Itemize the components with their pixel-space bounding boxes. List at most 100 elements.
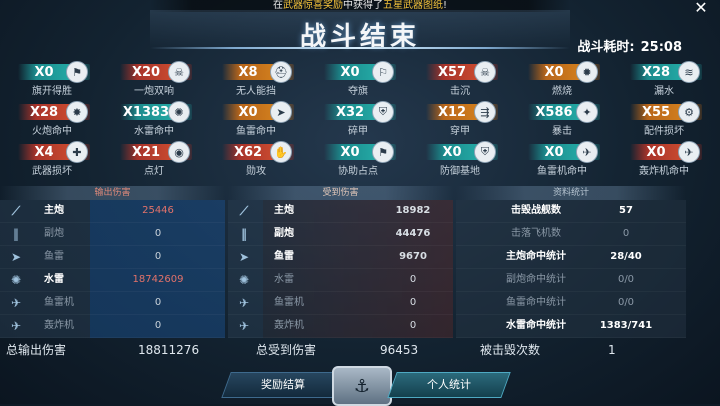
received-total-value: 96453 (380, 343, 419, 357)
gear-icon: ⚙ (678, 101, 700, 123)
flag-icon: ⚑ (66, 61, 88, 83)
row-value: 18982 (395, 205, 431, 216)
received-total: 总受到伤害 96453 (256, 340, 456, 360)
stat-item: X0 ⛨ 防御基地 (420, 140, 500, 178)
row-value: 0 (154, 251, 162, 262)
row-value: 9670 (399, 251, 427, 262)
water-icon: ≋ (678, 61, 700, 83)
row-value: 0 (409, 320, 417, 331)
stat-label: 火炮命中 (32, 126, 72, 137)
table-row: ✈ 轰炸机 0 (0, 315, 225, 338)
bottom-bar: 奖励结算 ⚓ 个人统计 (0, 366, 720, 406)
stat-label: 勋攻 (246, 166, 266, 177)
main-gun-icon: ⟋ (11, 204, 21, 218)
table-row: ‖ 副炮 44476 (228, 223, 453, 246)
stat-label: 鱼雷机命中 (537, 166, 587, 177)
output-total-label: 总输出伤害 (6, 343, 67, 357)
stat-item: X20 ☠ 一炮双响 (114, 60, 194, 98)
stat-item: X0 ⚐ 夺旗 (318, 60, 398, 98)
table-row: ✈ 鱼雷机 0 (0, 292, 225, 315)
row-label: 轰炸机 (44, 320, 74, 331)
stat-pill: X0 ⚑ (18, 61, 90, 83)
stat-item: X28 ≋ 漏水 (624, 60, 704, 98)
stat-item: X62 ✋ 勋攻 (216, 140, 296, 178)
stat-pill: X55 ⚙ (630, 101, 702, 123)
stat-label: 燃烧 (552, 86, 572, 97)
stat-item: X586 ✦ 暴击 (522, 100, 602, 138)
stat-label: 漏水 (654, 86, 674, 97)
stat-pill: X4 ✚ (18, 141, 90, 163)
bomber-icon: ✈ (10, 319, 22, 333)
stat-label: 水雷命中 (134, 126, 174, 137)
row-label: 轰炸机 (274, 320, 304, 331)
table-row: 鱼雷命中统计 0/0 (456, 292, 686, 315)
helmet-icon: ⛑ (270, 61, 292, 83)
row-label: 鱼雷 (274, 251, 294, 262)
row-label: 水雷 (44, 274, 64, 285)
received-damage-header: 受到伤害 (228, 186, 453, 200)
stat-label: 穿甲 (450, 126, 470, 137)
row-label: 主炮命中统计 (506, 251, 566, 262)
stat-item: X0 ⚑ 协助占点 (318, 140, 398, 178)
torpedo-icon: ➤ (238, 250, 250, 264)
summary-total: 被击毁次数 1 (480, 340, 680, 360)
stat-label: 碎甲 (348, 126, 368, 137)
row-value: 1383/741 (599, 320, 653, 331)
stat-pill: X57 ☠ (426, 61, 498, 83)
stat-item: X32 ⛨ 碎甲 (318, 100, 398, 138)
row-value: 44476 (395, 228, 431, 239)
battle-timer: 战斗耗时: 25:08 (571, 36, 682, 55)
stat-pill: X0 ✹ (528, 61, 600, 83)
pierce-icon: ⇶ (474, 101, 496, 123)
summary-total-label: 被击毁次数 (480, 343, 541, 357)
stat-label: 夺旗 (348, 86, 368, 97)
row-value: 0 (622, 228, 630, 239)
row-value: 0 (409, 297, 417, 308)
stat-pill: X0 ⚐ (324, 61, 396, 83)
received-total-label: 总受到伤害 (256, 343, 317, 357)
stat-label: 旗开得胜 (32, 86, 72, 97)
secondary-gun-icon: ‖ (13, 227, 19, 241)
plane-icon: ✈ (576, 141, 598, 163)
table-row: 主炮命中统计 28/40 (456, 246, 686, 269)
table-row: ⟋ 主炮 18982 (228, 200, 453, 223)
received-damage-panel: 受到伤害 ⟋ 主炮 18982 ‖ 副炮 44476 ➤ 鱼雷 9670 ✺ 水雷 0 ✈ 鱼雷机 0 ✈ 轰炸… (228, 186, 453, 357)
row-label: 副炮命中统计 (506, 274, 566, 285)
stat-label: 鱼雷命中 (236, 126, 276, 137)
stat-label: 无人能挡 (236, 86, 276, 97)
table-row: ✈ 鱼雷机 0 (228, 292, 453, 315)
bomber-icon: ✈ (238, 319, 250, 333)
flag-capture-icon: ⚐ (372, 61, 394, 83)
personal-stats-label: 个人统计 (427, 378, 471, 391)
stat-pill: X0 ➤ (222, 101, 294, 123)
stat-item: X0 ✈ 鱼雷机命中 (522, 140, 602, 178)
summary-panel: 资料统计 击毁战舰数 57 击落飞机数 0 主炮命中统计 28/40 副炮命中统计 0/0 鱼雷… (456, 186, 686, 357)
row-label: 水雷 (274, 274, 294, 285)
torpedo-icon: ➤ (270, 101, 292, 123)
stat-pill: X0 ⛨ (426, 141, 498, 163)
stat-pill: X32 ⛨ (324, 101, 396, 123)
personal-stats-button[interactable]: 个人统计 (387, 372, 511, 398)
table-row: 击毁战舰数 57 (456, 200, 686, 223)
row-label: 鱼雷命中统计 (506, 297, 566, 308)
stat-item: X21 ◉ 点灯 (114, 140, 194, 178)
title-bar: 战斗结束 (150, 10, 570, 52)
output-damage-panel: 输出伤害 ⟋ 主炮 25446 ‖ 副炮 0 ➤ 鱼雷 0 ✺ 水雷 18742609 ✈ 鱼雷机 0 ✈ 轰炸… (0, 186, 225, 357)
reward-settlement-button[interactable]: 奖励结算 (221, 372, 345, 398)
close-icon[interactable]: ✕ (688, 0, 714, 16)
stat-item: X0 ✈ 轰炸机命中 (624, 140, 704, 178)
torpedo-plane-icon: ✈ (10, 296, 22, 310)
timer-value: 25:08 (640, 40, 682, 55)
row-value: 0/0 (617, 297, 635, 308)
table-row: ➤ 鱼雷 0 (0, 246, 225, 269)
table-row: ‖ 副炮 0 (0, 223, 225, 246)
stat-item: X57 ☠ 击沉 (420, 60, 500, 98)
stat-pill: X28 ✸ (18, 101, 90, 123)
output-total: 总输出伤害 18811276 (6, 340, 226, 360)
row-label: 鱼雷机 (44, 297, 74, 308)
shield-icon: ⛨ (474, 141, 496, 163)
table-row: 副炮命中统计 0/0 (456, 269, 686, 292)
stat-label: 轰炸机命中 (639, 166, 689, 177)
stat-item: X55 ⚙ 配件损坏 (624, 100, 704, 138)
flag-icon: ⚑ (372, 141, 394, 163)
